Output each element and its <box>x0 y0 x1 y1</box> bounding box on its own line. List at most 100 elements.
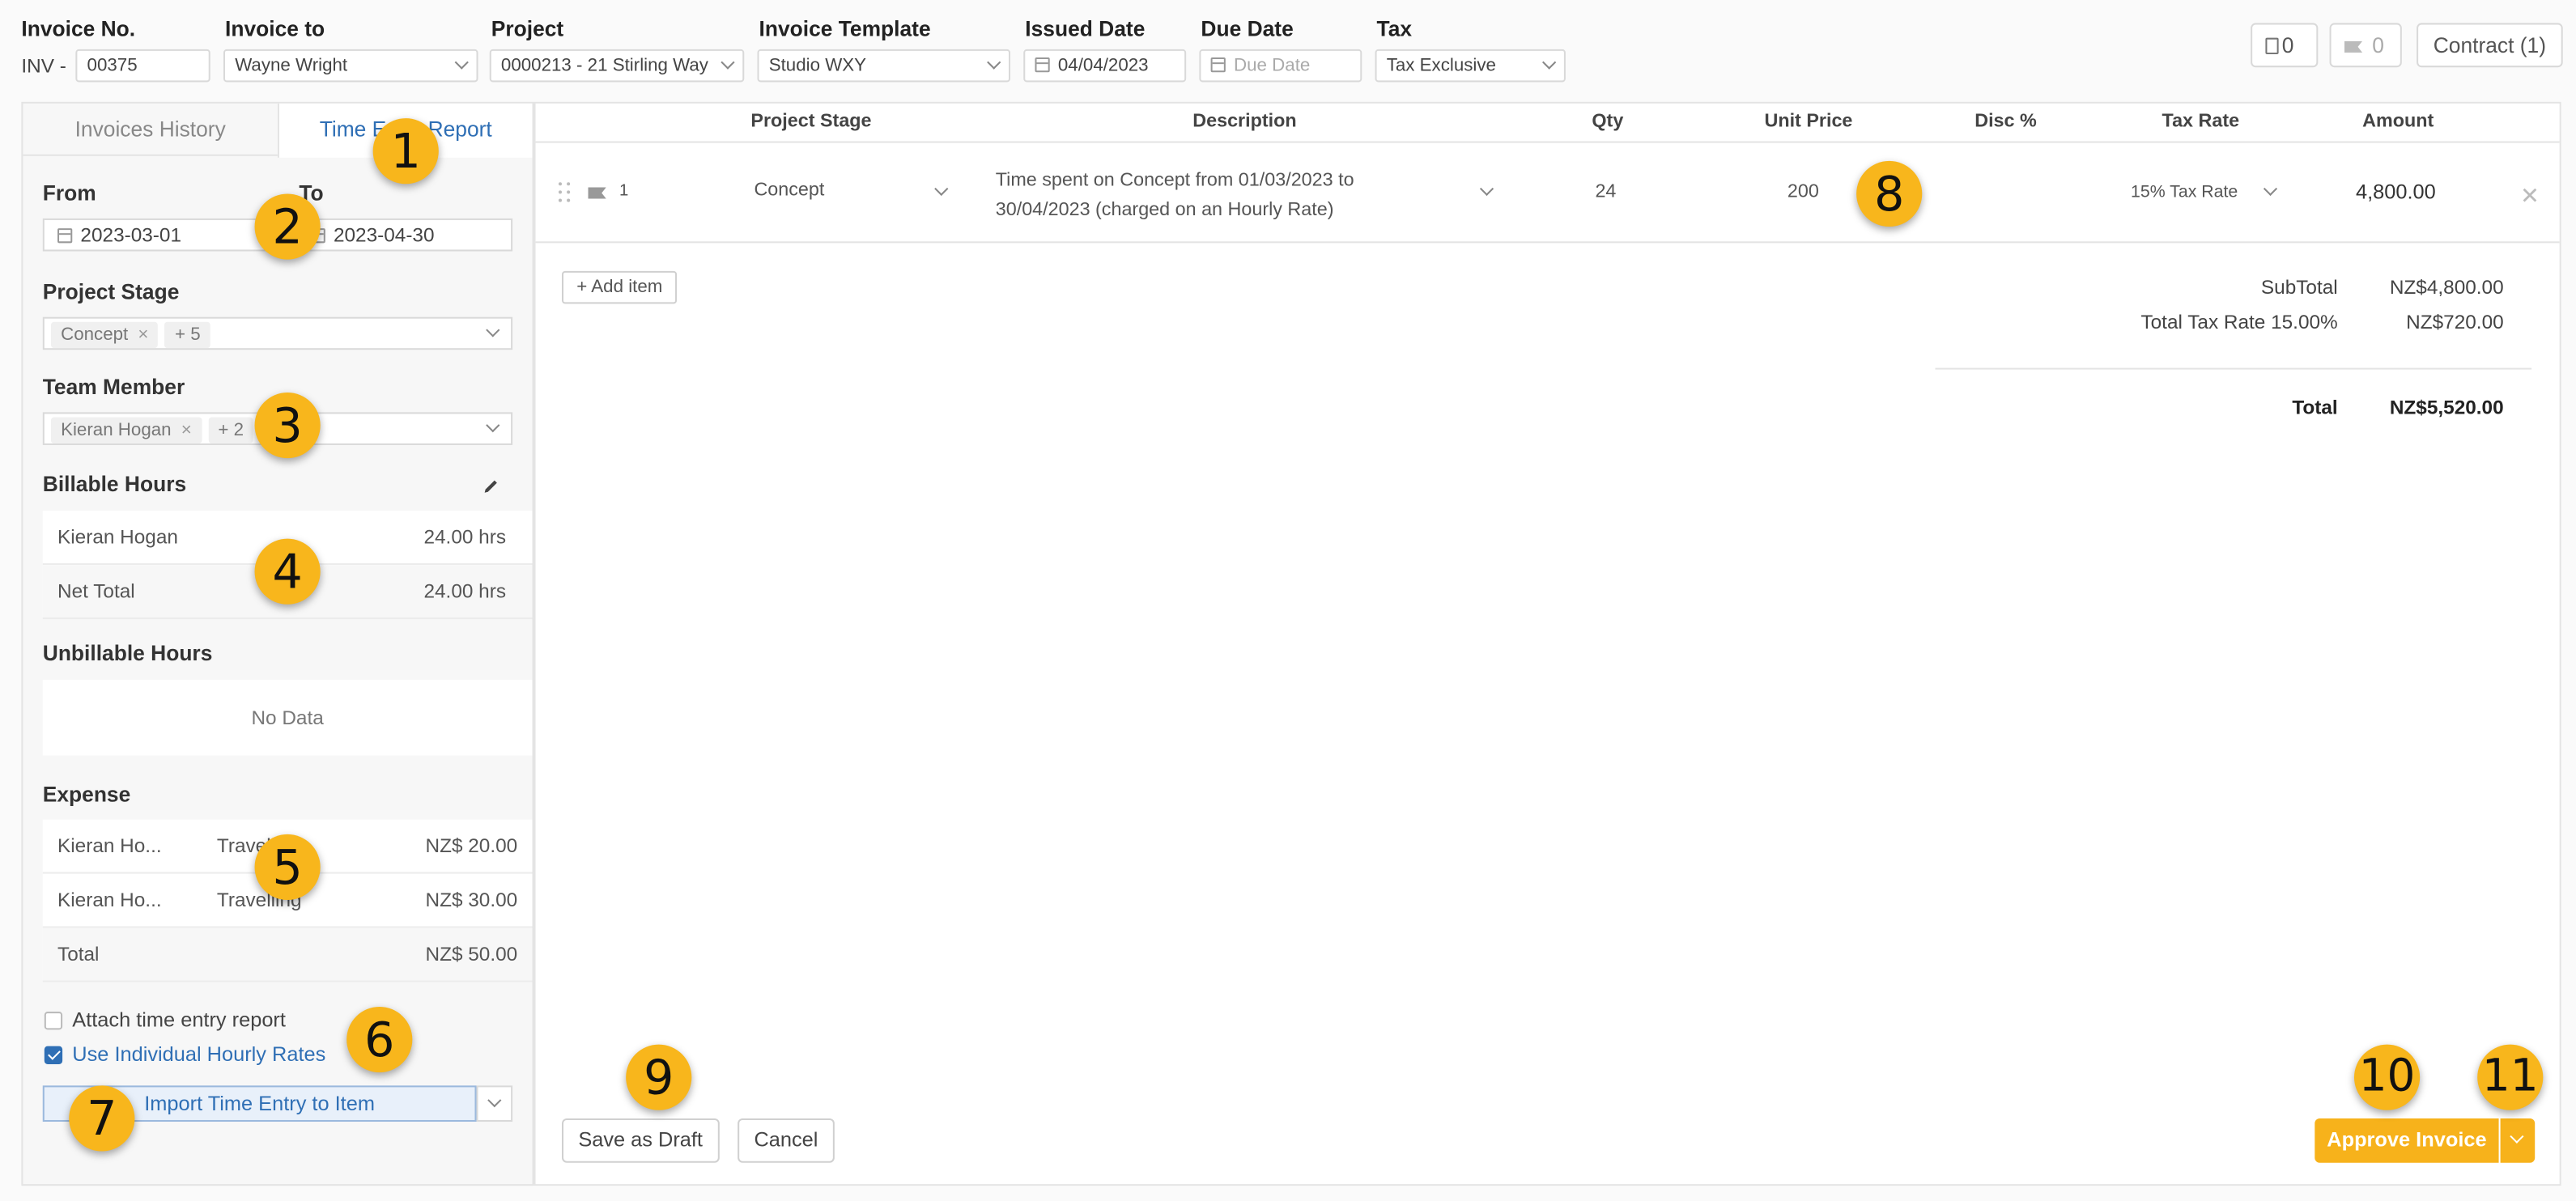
marker-2: 2 <box>254 193 321 260</box>
approve-invoice-button[interactable]: Approve Invoice <box>2315 1118 2499 1163</box>
expense-label: Expense <box>42 781 131 807</box>
tab-invoices-history[interactable]: Invoices History <box>23 104 278 156</box>
cancel-button[interactable]: Cancel <box>738 1118 835 1163</box>
billable-member-hours: 24.00 hrs <box>423 525 507 549</box>
marker-3: 3 <box>254 393 321 459</box>
invoice-to-select[interactable]: Wayne Wright <box>223 49 478 83</box>
tax-total-label: Total Tax Rate 15.00% <box>2140 310 2338 333</box>
edit-pencil-icon[interactable] <box>483 473 499 493</box>
team-member-chip-label: Kieran Hogan <box>61 420 172 440</box>
time-entry-panel: Invoices History Time Entry Report From … <box>21 101 534 1186</box>
tax-select[interactable]: Tax Exclusive <box>1375 49 1566 83</box>
contract-button[interactable]: Contract (1) <box>2417 23 2563 68</box>
line-unit-price[interactable]: 200 <box>1787 182 1819 202</box>
col-amount: Amount <box>2362 111 2434 132</box>
line-tax-rate[interactable]: 15% Tax Rate <box>2131 182 2238 202</box>
tax-value: Tax Exclusive <box>1386 55 1496 76</box>
calendar-icon <box>57 228 73 244</box>
chevron-down-icon[interactable] <box>2263 181 2278 196</box>
summary-divider <box>1935 367 2532 370</box>
col-unit-price: Unit Price <box>1764 111 1853 132</box>
marker-6: 6 <box>346 1006 413 1073</box>
add-item-button[interactable]: + Add item <box>562 270 678 304</box>
expense-member: Kieran Ho... <box>57 888 162 912</box>
flags-button[interactable]: 0 <box>2329 23 2402 68</box>
save-draft-button[interactable]: Save as Draft <box>562 1118 720 1163</box>
invoice-to-value: Wayne Wright <box>235 55 348 76</box>
expense-member: Kieran Ho... <box>57 834 162 858</box>
chevron-down-icon <box>721 55 735 70</box>
to-date-input[interactable]: 2023-04-30 <box>295 218 513 252</box>
invoice-editor: Invoice No. INV - 00375 Invoice to Wayne… <box>0 0 2576 1201</box>
subtotal-label: SubTotal <box>2260 275 2338 299</box>
chevron-down-icon <box>1542 55 1557 70</box>
unbillable-hours-label: Unbillable Hours <box>42 640 213 665</box>
flag-icon[interactable] <box>588 187 606 199</box>
issued-date-input[interactable]: 04/04/2023 <box>1023 49 1187 83</box>
marker-11: 11 <box>2477 1044 2544 1110</box>
chevron-down-icon <box>2510 1129 2524 1144</box>
flag-icon <box>2344 40 2363 53</box>
tax-label: Tax <box>1376 16 1413 41</box>
total-label: Total <box>2292 396 2338 419</box>
chevron-down-icon[interactable] <box>934 181 949 196</box>
remove-chip-icon[interactable]: × <box>138 325 148 345</box>
line-stage-select[interactable]: Concept <box>754 180 824 200</box>
approve-options-dropdown[interactable] <box>2500 1118 2536 1163</box>
expense-total-value: NZ$ 50.00 <box>425 942 518 966</box>
project-stage-label: Project Stage <box>42 278 180 304</box>
from-date-value: 2023-03-01 <box>80 223 182 247</box>
marker-7: 7 <box>69 1085 135 1152</box>
billable-net-total-label: Net Total <box>57 579 135 603</box>
col-project-stage: Project Stage <box>750 111 872 132</box>
marker-9: 9 <box>626 1044 692 1110</box>
expense-total-label: Total <box>57 942 100 966</box>
col-disc: Disc % <box>1975 111 2037 132</box>
table-row: Total NZ$ 50.00 <box>42 927 533 982</box>
individual-rates-label: Use Individual Hourly Rates <box>72 1042 326 1067</box>
due-date-placeholder: Due Date <box>1234 55 1311 76</box>
line-number: 1 <box>619 182 629 201</box>
marker-1: 1 <box>372 118 439 185</box>
description-line-2: 30/04/2023 (charged on an Hourly Rate) <box>995 200 1334 220</box>
issued-date-label: Issued Date <box>1025 16 1146 41</box>
billable-net-total-hours: 24.00 hrs <box>423 579 507 603</box>
chevron-down-icon[interactable] <box>1479 181 1494 196</box>
template-select[interactable]: Studio WXY <box>757 49 1011 83</box>
chevron-down-icon <box>486 323 500 337</box>
chevron-down-icon <box>454 55 469 70</box>
subtotal-value: NZ$4,800.00 <box>2389 275 2504 299</box>
line-qty[interactable]: 24 <box>1595 182 1616 202</box>
template-value: Studio WXY <box>768 55 867 76</box>
billable-member-name: Kieran Hogan <box>57 525 178 549</box>
from-date-input[interactable]: 2023-03-01 <box>42 218 287 252</box>
from-label: From <box>42 180 96 206</box>
drag-handle-icon[interactable] <box>558 182 572 202</box>
panel-tabs: Invoices History Time Entry Report <box>23 103 533 158</box>
marker-4: 4 <box>254 538 321 605</box>
individual-rates-checkbox[interactable] <box>44 1046 63 1064</box>
expense-amount: NZ$ 20.00 <box>425 834 518 858</box>
project-stage-select[interactable]: Concept × + 5 <box>42 316 513 350</box>
line-description[interactable]: Time spent on Concept from 01/03/2023 to… <box>996 166 1439 225</box>
due-date-input[interactable]: Due Date <box>1199 49 1362 83</box>
chevron-down-icon <box>487 1093 502 1108</box>
calendar-icon <box>1210 57 1226 73</box>
attach-report-checkbox[interactable] <box>44 1012 63 1030</box>
project-select[interactable]: 0000213 - 21 Stirling Way <box>489 49 745 83</box>
remove-chip-icon[interactable]: × <box>181 421 192 440</box>
flags-count: 0 <box>2372 32 2384 58</box>
team-member-more: + 2 <box>208 417 254 443</box>
calendar-icon <box>1035 57 1050 73</box>
invoice-prefix: INV - <box>21 53 66 78</box>
project-value: 0000213 - 21 Stirling Way <box>500 55 708 76</box>
project-stage-chip-label: Concept <box>61 325 129 346</box>
remove-line-icon[interactable]: ✕ <box>2520 182 2540 210</box>
attach-report-label: Attach time entry report <box>72 1008 286 1032</box>
marker-8: 8 <box>1856 160 1923 227</box>
documents-button[interactable]: 0 <box>2251 23 2319 68</box>
import-options-dropdown[interactable] <box>476 1085 513 1122</box>
invoice-no-input[interactable]: 00375 <box>75 49 210 83</box>
template-label: Invoice Template <box>759 16 931 41</box>
table-row: 1 Concept Time spent on Concept from 01/… <box>535 141 2560 244</box>
